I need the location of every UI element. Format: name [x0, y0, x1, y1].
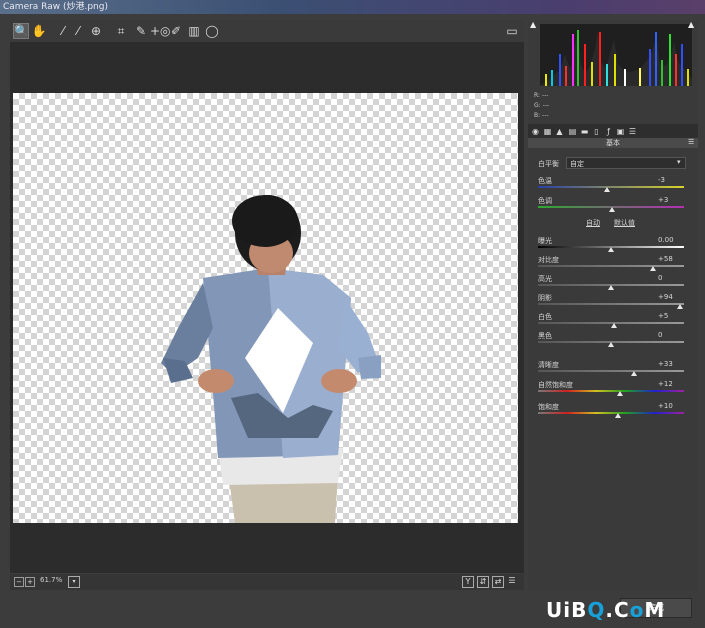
- slider-track-contrast[interactable]: [538, 265, 684, 267]
- slider-label-temp: 色温: [538, 177, 552, 185]
- spot-removal-icon[interactable]: ✎: [133, 23, 149, 39]
- histogram-b-readout: B: ---: [534, 112, 549, 119]
- toolbar: 🔍 ✋ ⁄ ⁄ ⊕ ⌗ ✎ +◎ ✐ ▥ ◯ ▭: [10, 20, 524, 42]
- slider-track-saturation[interactable]: [538, 412, 684, 414]
- image-canvas[interactable]: [13, 93, 518, 523]
- slider-label-exposure: 曝光: [538, 237, 552, 245]
- white-balance-select[interactable]: 自定 ▾: [566, 157, 686, 169]
- slider-label-whites: 白色: [538, 313, 552, 321]
- detail-tab-icon[interactable]: ▲: [555, 127, 564, 136]
- slider-thumb-blacks[interactable]: [608, 342, 614, 347]
- zoom-level: 61.7%: [40, 576, 63, 584]
- white-balance-icon[interactable]: ⁄: [55, 23, 71, 39]
- panel-tabs: ◉ ▦ ▲ ▤ ▬ ▯ ƒ ▣ ☰: [528, 124, 698, 138]
- panel-menu-icon[interactable]: ☰: [688, 138, 694, 146]
- slider-value-clarity[interactable]: +33: [658, 360, 673, 368]
- graduated-filter-icon[interactable]: ▥: [186, 23, 202, 39]
- slider-value-shadows[interactable]: +94: [658, 293, 673, 301]
- slider-value-blacks[interactable]: 0: [658, 331, 662, 339]
- slider-track-clarity[interactable]: [538, 370, 684, 372]
- slider-thumb-exposure[interactable]: [608, 247, 614, 252]
- slider-label-vibrance: 自然饱和度: [538, 381, 573, 389]
- crop-icon[interactable]: ⌗: [113, 23, 129, 39]
- title-bar: Camera Raw (炒港.png): [0, 0, 705, 14]
- highlight-clipping-icon[interactable]: ▲: [688, 20, 694, 29]
- zoom-in-button[interactable]: +: [25, 577, 35, 587]
- status-bar: − + 61.7% ▾ Y ⇵ ⇄ ☰: [10, 574, 524, 590]
- slider-thumb-temp[interactable]: [603, 187, 610, 192]
- slider-label-tint: 色调: [538, 197, 552, 205]
- histogram: [540, 24, 692, 86]
- window-title: Camera Raw (炒港.png): [3, 2, 108, 12]
- effects-fx-tab-icon[interactable]: ƒ: [604, 127, 613, 136]
- hand-icon[interactable]: ✋: [31, 23, 47, 39]
- white-balance-label: 白平衡: [538, 160, 559, 168]
- tone-curve-tab-icon[interactable]: ▦: [543, 127, 552, 136]
- slider-track-temp[interactable]: [538, 186, 684, 188]
- photo-person: [161, 195, 381, 523]
- watermark-logo: UiBQ.CoM: [546, 598, 666, 622]
- slider-label-shadows: 阴影: [538, 294, 552, 302]
- slider-thumb-whites[interactable]: [610, 323, 617, 328]
- slider-thumb-highlights[interactable]: [608, 285, 614, 290]
- slider-track-vibrance[interactable]: [538, 390, 684, 392]
- right-panel: ▲ ▲ R: --- G: --- B: --- ◉ ▦ ▲ ▤ ▬ ▯ ƒ ▣…: [528, 20, 698, 590]
- preferences-icon[interactable]: ☰: [507, 576, 517, 586]
- shadow-clipping-icon[interactable]: ▲: [530, 20, 536, 29]
- histogram-graph: [540, 29, 692, 86]
- section-title: 基本: [528, 138, 698, 148]
- zoom-icon[interactable]: 🔍: [13, 23, 29, 39]
- slider-value-vibrance[interactable]: +12: [658, 380, 673, 388]
- histogram-g-readout: G: ---: [534, 102, 550, 109]
- chevron-down-icon: ▾: [677, 158, 681, 166]
- swap-settings-icon[interactable]: ⇄: [492, 576, 504, 588]
- slider-thumb-clarity[interactable]: [631, 371, 638, 376]
- slider-value-tint[interactable]: +3: [658, 196, 668, 204]
- color-sampler-icon[interactable]: ⁄: [70, 23, 86, 39]
- slider-thumb-vibrance[interactable]: [616, 391, 623, 396]
- slider-value-highlights[interactable]: 0: [658, 274, 662, 282]
- slider-thumb-saturation[interactable]: [615, 413, 622, 418]
- camera-calibration-tab-icon[interactable]: ▣: [616, 127, 625, 136]
- histogram-r-readout: R: ---: [534, 92, 549, 99]
- basic-tab-icon[interactable]: ◉: [531, 127, 540, 136]
- slider-label-clarity: 清晰度: [538, 361, 559, 369]
- split-toning-tab-icon[interactable]: ▬: [580, 127, 589, 136]
- before-after-y-icon[interactable]: Y: [462, 576, 474, 588]
- slider-label-highlights: 高光: [538, 275, 552, 283]
- presets-tab-icon[interactable]: ☰: [628, 127, 637, 136]
- targeted-adjustment-icon[interactable]: ⊕: [88, 23, 104, 39]
- auto-link[interactable]: 自动: [586, 218, 600, 228]
- slider-value-whites[interactable]: +5: [658, 312, 668, 320]
- radial-filter-icon[interactable]: ◯: [204, 23, 220, 39]
- hsl-tab-icon[interactable]: ▤: [568, 127, 577, 136]
- before-after-toggle-icon[interactable]: ⇵: [477, 576, 489, 588]
- slider-track-shadows[interactable]: [538, 303, 684, 305]
- red-eye-icon[interactable]: +◎: [150, 23, 171, 39]
- white-balance-value: 自定: [570, 160, 584, 168]
- adjustment-brush-icon[interactable]: ✐: [168, 23, 184, 39]
- preview-area: [10, 42, 524, 573]
- lens-tab-icon[interactable]: ▯: [592, 127, 601, 136]
- slider-label-contrast: 对比度: [538, 256, 559, 264]
- fullscreen-icon[interactable]: ▭: [504, 23, 520, 39]
- slider-value-contrast[interactable]: +58: [658, 255, 673, 263]
- zoom-dropdown-icon[interactable]: ▾: [68, 576, 80, 588]
- slider-label-saturation: 饱和度: [538, 403, 559, 411]
- slider-value-exposure[interactable]: 0.00: [658, 236, 674, 244]
- slider-value-saturation[interactable]: +10: [658, 402, 673, 410]
- slider-thumb-contrast[interactable]: [650, 266, 657, 271]
- slider-label-blacks: 黑色: [538, 332, 552, 340]
- slider-thumb-tint[interactable]: [609, 207, 616, 212]
- slider-value-temp[interactable]: -3: [658, 176, 665, 184]
- zoom-out-button[interactable]: −: [14, 577, 24, 587]
- slider-thumb-shadows[interactable]: [676, 304, 683, 309]
- default-link[interactable]: 默认值: [614, 218, 635, 228]
